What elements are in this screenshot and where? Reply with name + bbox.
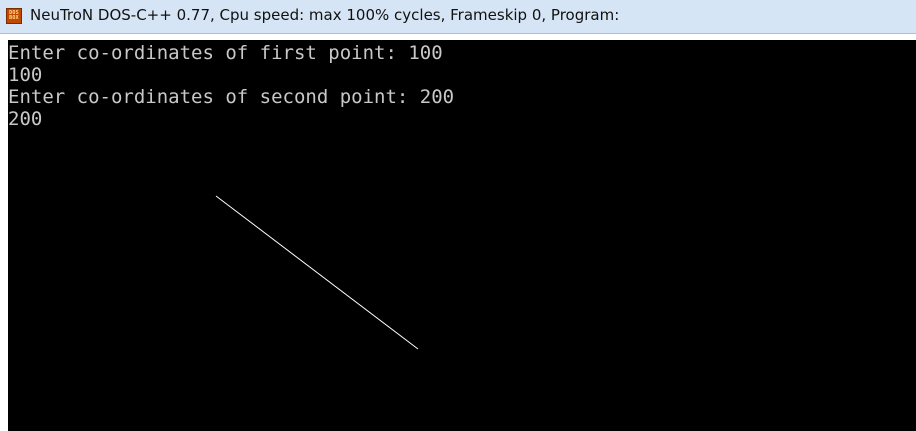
graphics-canvas (215, 195, 419, 350)
title-bar[interactable]: DOS BOX NeuTroN DOS-C++ 0.77, Cpu speed:… (0, 0, 916, 34)
dosbox-window: DOS BOX NeuTroN DOS-C++ 0.77, Cpu speed:… (0, 0, 916, 431)
dosbox-icon[interactable]: DOS BOX (6, 8, 22, 24)
dos-screen[interactable]: Enter co-ordinates of first point: 100 1… (8, 40, 916, 431)
drawn-line (215, 195, 419, 350)
icon-text-bottom: BOX (9, 15, 19, 21)
window-title: NeuTroN DOS-C++ 0.77, Cpu speed: max 100… (30, 6, 620, 24)
